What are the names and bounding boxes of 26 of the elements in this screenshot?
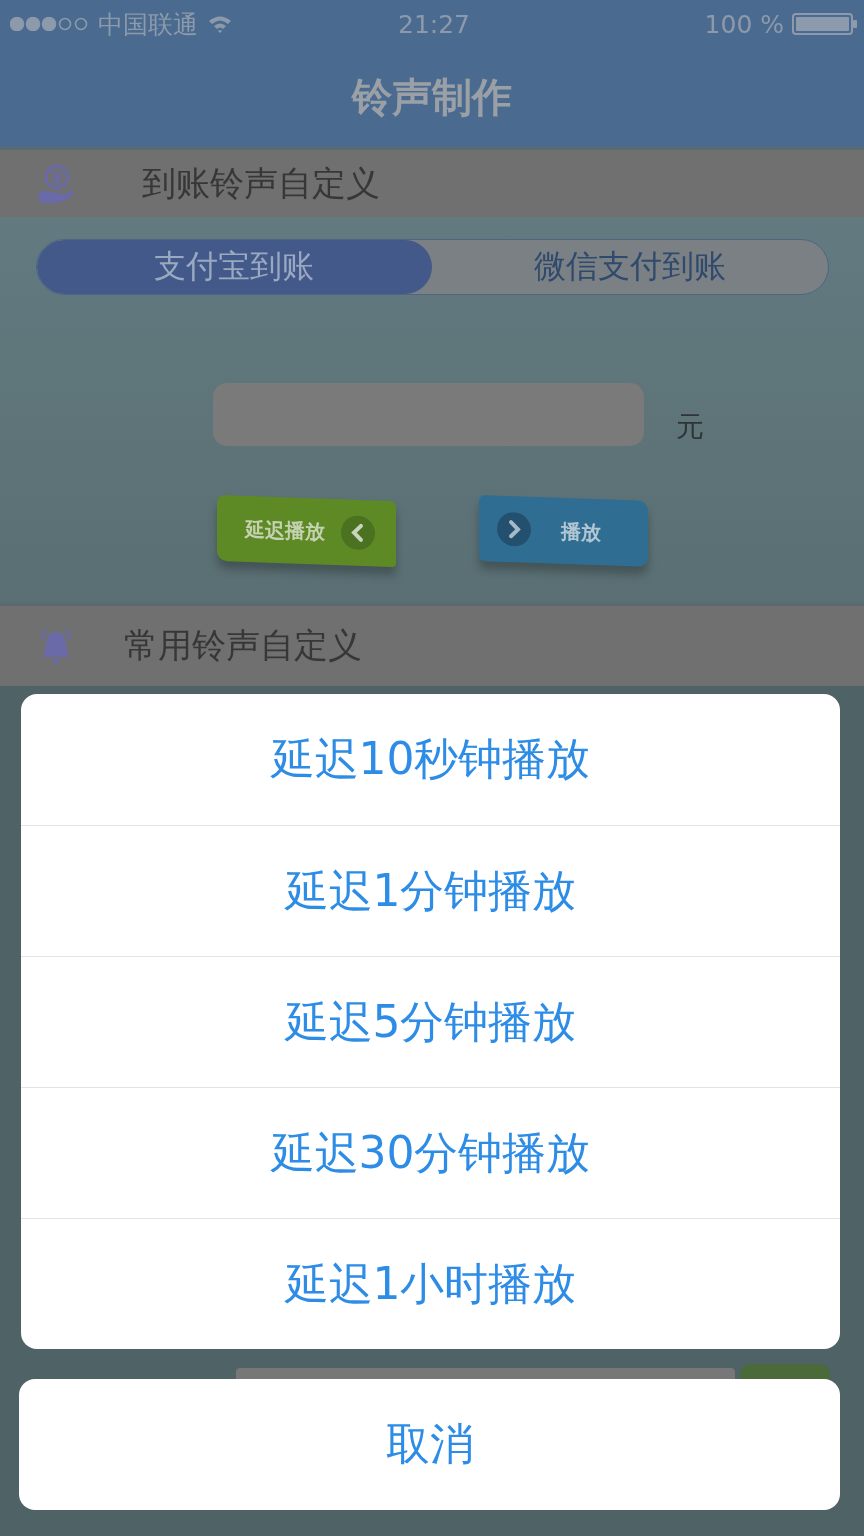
battery-percent: 100 %: [704, 9, 784, 39]
battery-icon: [792, 13, 858, 35]
screen-title: 铃声制作: [352, 73, 512, 122]
wifi-icon: [208, 15, 232, 33]
unit-label: 元: [675, 409, 704, 445]
sheet-option[interactable]: 延迟30分钟播放: [21, 1087, 840, 1218]
carrier-name: 中国联通: [98, 8, 198, 41]
sheet-option[interactable]: 延迟10秒钟播放: [21, 694, 840, 825]
chevron-right-icon: [496, 511, 531, 547]
status-time: 21:27: [398, 9, 471, 39]
play-button[interactable]: 播放: [478, 495, 648, 567]
sheet-option[interactable]: 延迟1小时播放: [21, 1218, 840, 1349]
input-field[interactable]: [236, 1368, 735, 1380]
amount-field[interactable]: [212, 383, 644, 446]
coin-in-hand-icon: [36, 163, 76, 204]
delay-play-button[interactable]: 延迟播放: [216, 494, 396, 568]
signal-icon: [10, 17, 88, 31]
section-title: 到账铃声自定义: [142, 161, 380, 205]
tab[interactable]: 支付宝到账: [36, 240, 432, 294]
chevron-left-icon: [340, 515, 375, 551]
section-title: 常用铃声自定义: [124, 624, 362, 667]
tab[interactable]: 微信支付到账: [432, 240, 828, 294]
cancel-button[interactable]: 取消: [19, 1379, 840, 1510]
sheet-option[interactable]: 延迟1分钟播放: [21, 825, 840, 956]
action-button[interactable]: [740, 1364, 830, 1380]
sheet-option[interactable]: 延迟5分钟播放: [21, 956, 840, 1087]
